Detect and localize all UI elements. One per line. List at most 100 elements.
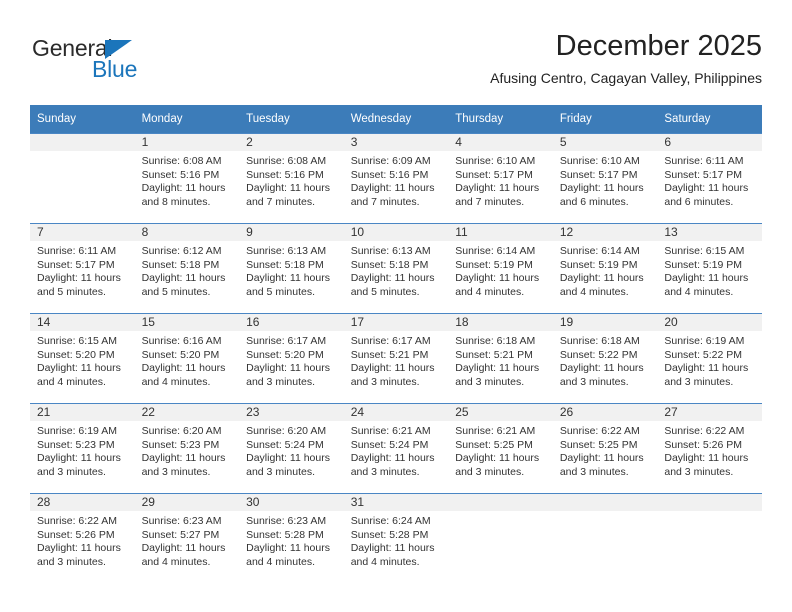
- calendar-day-cell[interactable]: 16 Sunrise: 6:17 AM Sunset: 5:20 PM Dayligh…: [239, 313, 344, 403]
- weekday-header-monday: Monday: [134, 105, 240, 133]
- calendar-day-cell[interactable]: 20 Sunrise: 6:19 AM Sunset: 5:22 PM Dayligh…: [657, 313, 762, 403]
- day-detail-line: Sunset: 5:20 PM: [37, 348, 115, 361]
- day-number: 30: [239, 494, 344, 511]
- calendar-day-cell[interactable]: 3 Sunrise: 6:09 AM Sunset: 5:16 PM Daylight…: [343, 133, 449, 223]
- calendar-day-cell[interactable]: 2 Sunrise: 6:08 AM Sunset: 5:16 PM Daylight…: [239, 133, 344, 223]
- calendar-day-cell[interactable]: 19 Sunrise: 6:18 AM Sunset: 5:22 PM Dayligh…: [552, 313, 658, 403]
- day-detail-line: Sunset: 5:16 PM: [350, 168, 429, 181]
- day-detail-line: and 3 minutes.: [37, 555, 106, 568]
- day-details: Sunrise: 6:10 AM Sunset: 5:17 PM Daylight:…: [553, 151, 658, 209]
- day-details: Sunrise: 6:19 AM Sunset: 5:22 PM Daylight:…: [657, 331, 762, 389]
- day-detail-line: Sunrise: 6:14 AM: [455, 245, 536, 257]
- day-detail-line: and 3 minutes.: [664, 375, 734, 388]
- day-number: 22: [134, 404, 240, 421]
- calendar-day-cell[interactable]: 18 Sunrise: 6:18 AM Sunset: 5:21 PM Dayligh…: [448, 313, 553, 403]
- day-detail-line: Sunset: 5:17 PM: [559, 168, 638, 181]
- calendar-day-cell[interactable]: 1 Sunrise: 6:08 AM Sunset: 5:16 PM Daylight…: [134, 133, 240, 223]
- calendar-day-cell[interactable]: 24 Sunrise: 6:21 AM Sunset: 5:24 PM Dayligh…: [343, 403, 449, 493]
- day-details: Sunrise: 6:08 AM Sunset: 5:16 PM Daylight:…: [135, 151, 240, 209]
- day-detail-line: Sunrise: 6:23 AM: [246, 515, 327, 527]
- day-number: 23: [239, 404, 344, 421]
- calendar-day-cell[interactable]: 17 Sunrise: 6:17 AM Sunset: 5:21 PM Dayligh…: [343, 313, 449, 403]
- day-detail-line: Sunset: 5:19 PM: [559, 258, 638, 271]
- logo-word-blue: Blue: [92, 56, 138, 82]
- day-detail-line: Sunrise: 6:17 AM: [246, 335, 327, 347]
- day-details: [657, 511, 762, 515]
- calendar-day-cell[interactable]: 28 Sunrise: 6:22 AM Sunset: 5:26 PM Dayligh…: [30, 493, 135, 583]
- day-detail-line: Sunrise: 6:08 AM: [141, 155, 222, 167]
- day-number: 24: [343, 404, 449, 421]
- calendar-empty-cell: [448, 493, 553, 583]
- day-number: 15: [134, 314, 240, 331]
- calendar-day-cell[interactable]: 15 Sunrise: 6:16 AM Sunset: 5:20 PM Dayligh…: [134, 313, 240, 403]
- day-detail-line: Sunset: 5:22 PM: [664, 348, 743, 361]
- calendar-day-cell[interactable]: 4 Sunrise: 6:10 AM Sunset: 5:17 PM Daylight…: [448, 133, 553, 223]
- day-detail-line: Sunrise: 6:18 AM: [559, 335, 640, 347]
- calendar-day-cell[interactable]: 6 Sunrise: 6:11 AM Sunset: 5:17 PM Daylight…: [657, 133, 762, 223]
- day-detail-line: Sunset: 5:17 PM: [37, 258, 115, 271]
- calendar-day-cell[interactable]: 11 Sunrise: 6:14 AM Sunset: 5:19 PM Dayligh…: [448, 223, 553, 313]
- day-detail-line: Daylight: 11 hours: [141, 182, 226, 195]
- day-detail-line: Daylight: 11 hours: [350, 542, 435, 555]
- calendar-day-cell[interactable]: 30 Sunrise: 6:23 AM Sunset: 5:28 PM Dayligh…: [239, 493, 344, 583]
- calendar-day-cell[interactable]: 29 Sunrise: 6:23 AM Sunset: 5:27 PM Dayligh…: [134, 493, 240, 583]
- day-detail-line: Daylight: 11 hours: [559, 362, 644, 375]
- calendar-day-cell[interactable]: 5 Sunrise: 6:10 AM Sunset: 5:17 PM Daylight…: [552, 133, 658, 223]
- day-detail-line: Daylight: 11 hours: [350, 362, 435, 375]
- day-detail-line: Sunset: 5:18 PM: [246, 258, 324, 271]
- calendar-day-cell[interactable]: 14 Sunrise: 6:15 AM Sunset: 5:20 PM Dayligh…: [30, 313, 135, 403]
- calendar-day-cell[interactable]: 12 Sunrise: 6:14 AM Sunset: 5:19 PM Dayligh…: [552, 223, 658, 313]
- calendar-day-cell[interactable]: 22 Sunrise: 6:20 AM Sunset: 5:23 PM Dayligh…: [134, 403, 240, 493]
- calendar-day-cell[interactable]: 31 Sunrise: 6:24 AM Sunset: 5:28 PM Dayligh…: [343, 493, 449, 583]
- day-number: 8: [134, 224, 240, 241]
- page-subtitle: Afusing Centro, Cagayan Valley, Philippi…: [490, 70, 762, 86]
- day-details: Sunrise: 6:11 AM Sunset: 5:17 PM Daylight:…: [30, 241, 135, 299]
- day-detail-line: Sunset: 5:16 PM: [246, 168, 324, 181]
- day-detail-line: and 4 minutes.: [455, 285, 525, 298]
- day-details: Sunrise: 6:22 AM Sunset: 5:26 PM Daylight:…: [657, 421, 762, 479]
- calendar-day-cell[interactable]: 23 Sunrise: 6:20 AM Sunset: 5:24 PM Dayligh…: [239, 403, 344, 493]
- title-block: December 2025 Afusing Centro, Cagayan Va…: [490, 28, 762, 89]
- day-detail-line: Sunrise: 6:22 AM: [664, 425, 745, 437]
- calendar-day-cell[interactable]: 26 Sunrise: 6:22 AM Sunset: 5:25 PM Dayligh…: [552, 403, 658, 493]
- day-number: 13: [657, 224, 762, 241]
- day-number: [30, 134, 135, 151]
- calendar-day-cell[interactable]: 8 Sunrise: 6:12 AM Sunset: 5:18 PM Daylight…: [134, 223, 240, 313]
- calendar-empty-cell: [552, 493, 658, 583]
- day-number: 21: [30, 404, 135, 421]
- calendar-day-cell[interactable]: 9 Sunrise: 6:13 AM Sunset: 5:18 PM Daylight…: [239, 223, 344, 313]
- day-detail-line: Daylight: 11 hours: [559, 182, 644, 195]
- day-detail-line: Daylight: 11 hours: [37, 362, 121, 375]
- day-details: Sunrise: 6:20 AM Sunset: 5:23 PM Daylight:…: [135, 421, 240, 479]
- calendar-day-cell[interactable]: 10 Sunrise: 6:13 AM Sunset: 5:18 PM Dayligh…: [343, 223, 449, 313]
- calendar-week-row: 1 Sunrise: 6:08 AM Sunset: 5:16 PM Daylight…: [30, 133, 762, 223]
- day-number: 18: [448, 314, 553, 331]
- calendar-day-cell[interactable]: 27 Sunrise: 6:22 AM Sunset: 5:26 PM Dayligh…: [657, 403, 762, 493]
- day-detail-line: Sunrise: 6:08 AM: [246, 155, 327, 167]
- day-detail-line: Sunrise: 6:20 AM: [246, 425, 327, 437]
- day-detail-line: Sunrise: 6:24 AM: [350, 515, 431, 527]
- day-number: 29: [134, 494, 240, 511]
- calendar-day-cell[interactable]: 21 Sunrise: 6:19 AM Sunset: 5:23 PM Dayligh…: [30, 403, 135, 493]
- day-number: 31: [343, 494, 449, 511]
- day-details: Sunrise: 6:23 AM Sunset: 5:28 PM Daylight:…: [239, 511, 344, 569]
- day-detail-line: Sunrise: 6:16 AM: [141, 335, 222, 347]
- calendar-day-cell[interactable]: 7 Sunrise: 6:11 AM Sunset: 5:17 PM Daylight…: [30, 223, 135, 313]
- day-detail-line: Daylight: 11 hours: [664, 452, 749, 465]
- day-detail-line: and 3 minutes.: [455, 465, 525, 478]
- day-number: 4: [448, 134, 553, 151]
- calendar-day-cell[interactable]: 25 Sunrise: 6:21 AM Sunset: 5:25 PM Dayligh…: [448, 403, 553, 493]
- day-details: Sunrise: 6:19 AM Sunset: 5:23 PM Daylight:…: [30, 421, 135, 479]
- generalblue-logo[interactable]: General Blue: [30, 36, 250, 92]
- calendar-day-cell[interactable]: 13 Sunrise: 6:15 AM Sunset: 5:19 PM Dayligh…: [657, 223, 762, 313]
- day-details: Sunrise: 6:22 AM Sunset: 5:25 PM Daylight:…: [553, 421, 658, 479]
- day-detail-line: Sunset: 5:24 PM: [246, 438, 324, 451]
- day-detail-line: Daylight: 11 hours: [246, 362, 330, 375]
- day-number: 16: [239, 314, 344, 331]
- day-detail-line: and 3 minutes.: [664, 465, 734, 478]
- day-detail-line: Sunrise: 6:17 AM: [350, 335, 431, 347]
- day-detail-line: Sunrise: 6:21 AM: [455, 425, 536, 437]
- day-details: Sunrise: 6:15 AM Sunset: 5:19 PM Daylight:…: [657, 241, 762, 299]
- day-detail-line: and 7 minutes.: [455, 195, 525, 208]
- day-number: [448, 494, 553, 511]
